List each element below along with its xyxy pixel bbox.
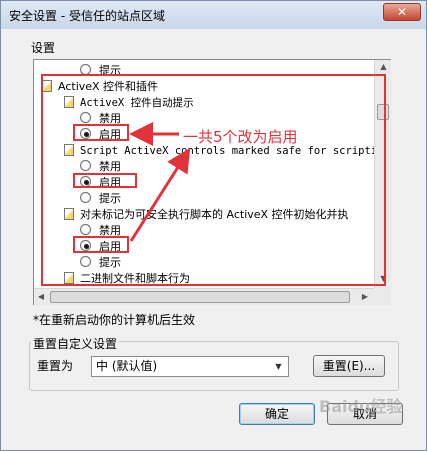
chevron-down-icon[interactable]: ▼ (271, 359, 286, 374)
ok-button[interactable]: 确定 (239, 403, 315, 425)
reset-level-value: 中 (默认值) (96, 359, 158, 373)
security-settings-dialog: 安全设置 - 受信任的站点区域 ✕ 设置 提示 ActiveX 控件和插件 Acti… (0, 0, 427, 451)
reset-button[interactable]: 重置(E)... (313, 355, 385, 377)
baidu-watermark: Baidu经验 (319, 397, 403, 416)
restart-note: *在重新启动你的计算机后生效 (33, 313, 196, 327)
arrow-up (129, 147, 191, 242)
annotation-note: 一共5个改为启用 (183, 128, 298, 146)
reset-level-select[interactable]: 中 (默认值) ▼ (91, 356, 289, 377)
reset-group-label: 重置自定义设置 (31, 335, 120, 352)
reset-to-label: 重置为 (37, 359, 74, 373)
